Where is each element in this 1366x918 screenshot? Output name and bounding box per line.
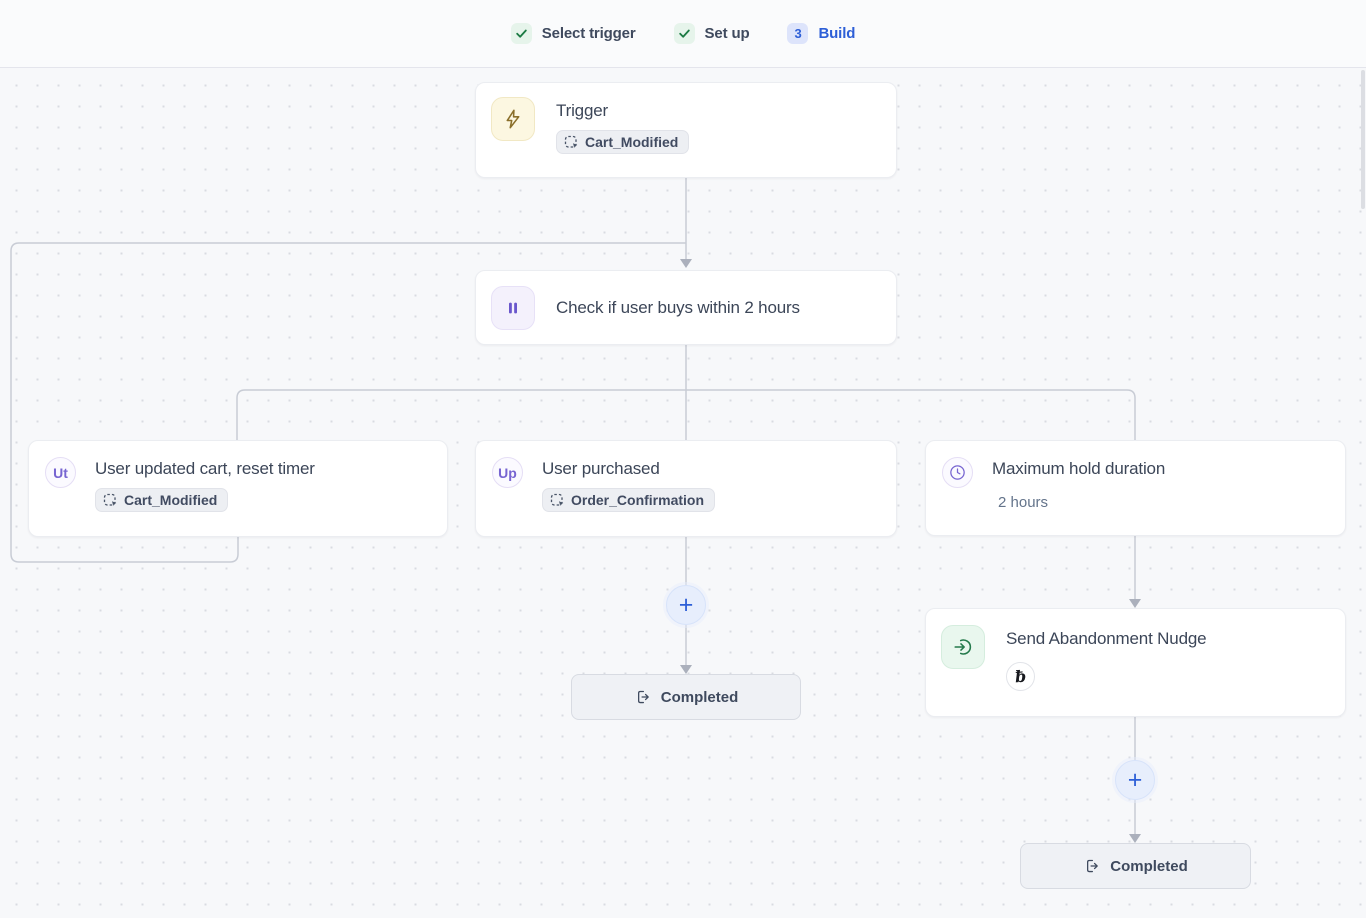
node-title: Maximum hold duration (992, 459, 1165, 479)
event-tag: Cart_Modified (556, 130, 689, 154)
node-title: Check if user buys within 2 hours (556, 298, 800, 318)
node-subtitle: 2 hours (998, 494, 1165, 511)
branch-badge-ut: Ut (45, 457, 76, 488)
lightning-icon (491, 97, 535, 141)
node-title: Send Abandonment Nudge (1006, 629, 1206, 649)
step-build[interactable]: 3 Build (787, 23, 855, 44)
vertical-scrollbar-thumb[interactable] (1361, 70, 1365, 209)
exit-icon (1083, 857, 1101, 875)
exit-icon (634, 688, 652, 706)
node-title: User updated cart, reset timer (95, 459, 315, 479)
workflow-canvas[interactable]: Trigger Cart_Modified Check if user buys… (0, 68, 1366, 918)
step-set-up[interactable]: Set up (674, 23, 750, 44)
selector-icon (103, 493, 118, 508)
step-number-badge: 3 (787, 23, 808, 44)
check-icon (674, 23, 695, 44)
terminal-label: Completed (661, 689, 739, 706)
plus-icon: + (679, 593, 694, 618)
event-tag: Order_Confirmation (542, 488, 715, 512)
workflow-builder-app: Select trigger Set up 3 Build (0, 0, 1366, 918)
node-send-abandonment-nudge[interactable]: Send Abandonment Nudge ƀ (925, 608, 1346, 717)
selector-icon (564, 135, 579, 150)
braze-brand-icon: ƀ (1006, 662, 1035, 691)
node-trigger[interactable]: Trigger Cart_Modified (475, 82, 897, 178)
completed-node-nudge-path[interactable]: Completed (1020, 843, 1251, 889)
completed-node-purchase-path[interactable]: Completed (571, 674, 801, 720)
node-max-hold-duration[interactable]: Maximum hold duration 2 hours (925, 440, 1346, 536)
add-step-button-nudge-path[interactable]: + (1115, 760, 1155, 800)
node-user-updated-cart[interactable]: Ut User updated cart, reset timer Cart_M… (28, 440, 448, 537)
step-select-trigger[interactable]: Select trigger (511, 23, 636, 44)
node-title: Trigger (556, 101, 689, 121)
branch-badge-up: Up (492, 457, 523, 488)
enter-action-icon (941, 625, 985, 669)
step-label: Select trigger (542, 25, 636, 42)
check-icon (511, 23, 532, 44)
pause-icon (491, 286, 535, 330)
clock-icon (942, 457, 973, 488)
event-tag-label: Cart_Modified (585, 134, 678, 150)
event-tag-label: Cart_Modified (124, 492, 217, 508)
node-hold-check[interactable]: Check if user buys within 2 hours (475, 270, 897, 345)
step-label: Build (818, 25, 855, 42)
node-title: User purchased (542, 459, 715, 479)
event-tag-label: Order_Confirmation (571, 492, 704, 508)
add-step-button-purchase-path[interactable]: + (666, 585, 706, 625)
terminal-label: Completed (1110, 858, 1188, 875)
event-tag: Cart_Modified (95, 488, 228, 512)
node-user-purchased[interactable]: Up User purchased Order_Confirmation (475, 440, 897, 537)
plus-icon: + (1128, 768, 1143, 793)
selector-icon (550, 493, 565, 508)
wizard-steps-bar: Select trigger Set up 3 Build (0, 0, 1366, 68)
step-label: Set up (705, 25, 750, 42)
